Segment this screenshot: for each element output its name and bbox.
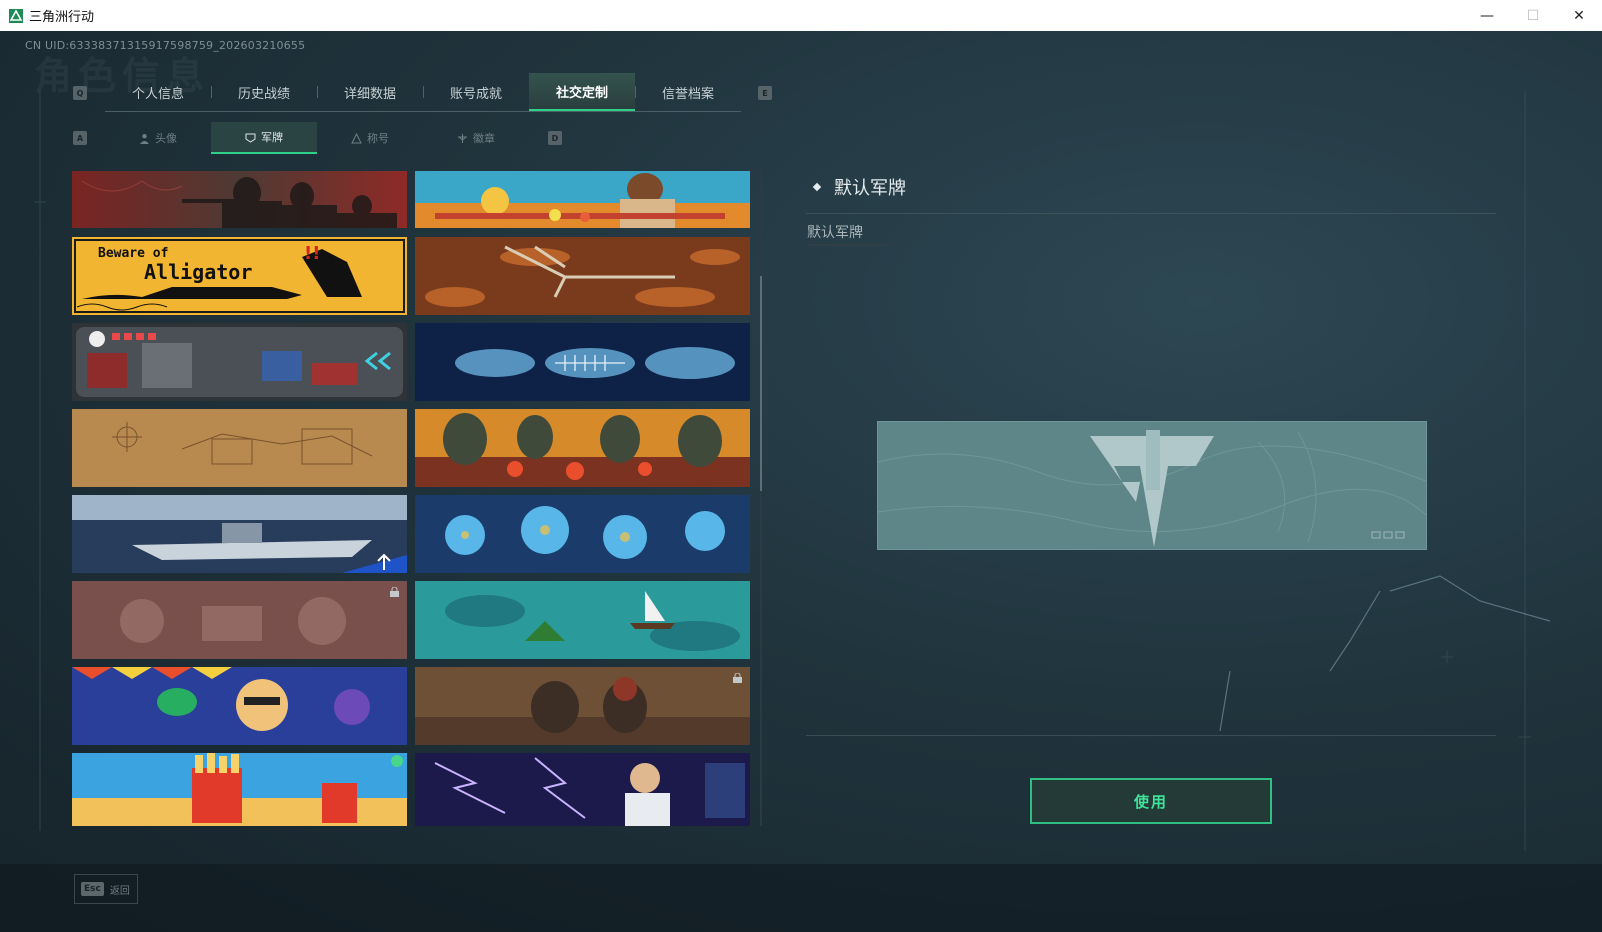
tab-personal-info[interactable]: 个人信息	[105, 73, 211, 111]
dogtag-card-blue-flowers[interactable]	[415, 495, 750, 573]
dogtag-card-lightning[interactable]	[415, 753, 750, 826]
dogtag-card-sketch-map[interactable]	[72, 409, 407, 487]
app-logo-icon	[9, 8, 23, 23]
next-subtab-key[interactable]: D	[548, 131, 562, 145]
subtab-avatar-label: 头像	[155, 132, 177, 145]
subtab-emblem[interactable]: 徽章	[423, 122, 529, 154]
dogtag-card-feast[interactable]	[415, 409, 750, 487]
subtab-title[interactable]: 称号	[317, 122, 423, 154]
grid-scrollbar-track[interactable]	[760, 171, 762, 826]
dogtag-card-fries[interactable]	[72, 753, 407, 826]
grid-scrollbar-thumb[interactable]	[760, 276, 762, 491]
esc-key: Esc	[81, 882, 104, 896]
detail-title: 默认军牌	[812, 174, 906, 200]
dogtag-card-pixel-game[interactable]	[72, 323, 407, 401]
badge-icon	[245, 133, 256, 143]
default-dogtag-emblem	[878, 430, 1426, 547]
dogtag-card-party[interactable]	[72, 667, 407, 745]
tab-achievements[interactable]: 账号成就	[423, 73, 529, 111]
triangle-icon	[351, 132, 362, 143]
dogtag-card-skeleton-leaves[interactable]	[415, 237, 750, 315]
window-title: 三角洲行动	[29, 10, 95, 25]
emblem-icon	[458, 133, 467, 143]
detail-subtitle: 默认军牌	[807, 225, 863, 241]
lock-icon	[390, 587, 399, 597]
dogtag-card-cake-locked[interactable]	[72, 581, 407, 659]
dogtag-card-sea-boats[interactable]	[415, 581, 750, 659]
dogtag-card-alligator[interactable]: Beware of Alligator !!	[72, 237, 407, 315]
back-label: 返回	[109, 885, 130, 897]
next-tab-key[interactable]: E	[758, 86, 772, 100]
footer-bar	[0, 864, 1602, 932]
dogtag-card-desert-locked[interactable]	[415, 667, 750, 745]
subtab-title-label: 称号	[367, 132, 389, 145]
game-area: CN UID:633383713159175987​59_20260321065…	[0, 31, 1602, 932]
diamond-icon	[812, 182, 822, 192]
dogtag-card-soldiers[interactable]	[72, 171, 407, 228]
dogtag-card-xray[interactable]	[415, 323, 750, 401]
subtab-avatar[interactable]: 头像	[105, 122, 211, 154]
tab-detailed-data[interactable]: 详细数据	[317, 73, 423, 111]
use-button[interactable]: 使用	[1030, 778, 1272, 824]
detail-bottom-divider	[806, 735, 1496, 736]
subtab-dogtag[interactable]: 军牌	[211, 122, 317, 154]
alligator-line2: Alligator	[144, 260, 252, 284]
dogtag-card-carrier[interactable]	[72, 495, 407, 573]
dogtag-preview	[877, 421, 1427, 550]
tab-credit-record[interactable]: 信誉档案	[635, 73, 741, 111]
svg-text:!!: !!	[304, 243, 320, 264]
sub-tabs: 头像 军牌 称号 徽章	[105, 122, 529, 154]
lock-icon	[733, 673, 742, 683]
close-button[interactable]: ✕	[1556, 0, 1602, 31]
person-icon	[140, 133, 149, 144]
tab-social-customization[interactable]: 社交定制	[529, 73, 635, 111]
prev-tab-key[interactable]: Q	[73, 86, 87, 100]
detail-title-text: 默认军牌	[834, 178, 906, 199]
back-button[interactable]: Esc 返回	[74, 874, 138, 904]
prev-subtab-key[interactable]: A	[73, 131, 87, 145]
detail-subtitle-bar	[807, 244, 889, 246]
minimize-button[interactable]: —	[1464, 0, 1510, 31]
subtab-emblem-label: 徽章	[473, 132, 495, 145]
detail-divider	[806, 213, 1496, 214]
main-tabs: 个人信息 历史战绩 详细数据 账号成就 社交定制 信誉档案	[105, 73, 741, 112]
tab-history[interactable]: 历史战绩	[211, 73, 317, 111]
dogtag-card-festival[interactable]	[415, 171, 750, 228]
alligator-line1: Beware of	[98, 246, 168, 261]
window-titlebar: 三角洲行动 — ☐ ✕	[0, 0, 1602, 32]
dogtag-grid: Beware of Alligator !!	[72, 171, 750, 826]
subtab-dogtag-label: 军牌	[261, 131, 283, 144]
maximize-button[interactable]: ☐	[1510, 0, 1556, 31]
